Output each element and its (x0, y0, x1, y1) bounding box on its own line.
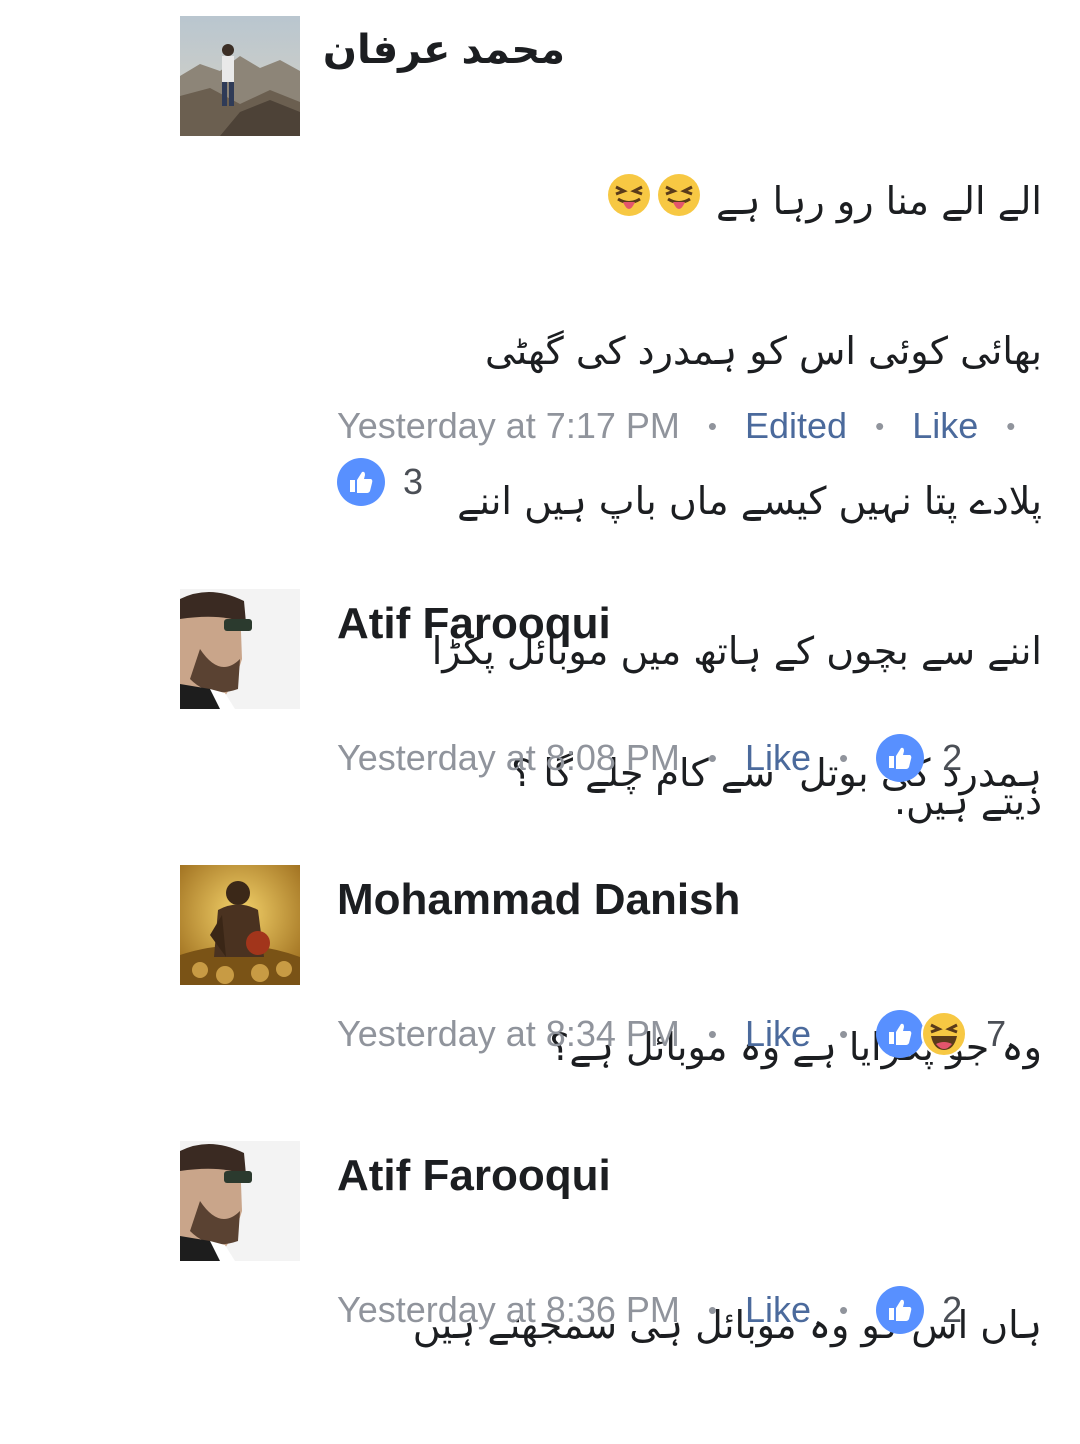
comment-author[interactable]: Mohammad Danish (337, 872, 740, 928)
like-button[interactable]: Like (912, 402, 978, 450)
separator-dot: • (839, 743, 849, 773)
timestamp[interactable]: Yesterday at 8:34 PM (337, 1010, 680, 1058)
avatar[interactable] (180, 1141, 300, 1261)
separator-dot: • (707, 1019, 717, 1049)
comment-author[interactable]: Atif Farooqui (337, 1148, 611, 1204)
edited-link[interactable]: Edited (745, 402, 847, 450)
comment-line: بھائی کوئی اس کو ہمدرد کی گھٹی (485, 329, 1042, 373)
avatar[interactable] (180, 589, 300, 709)
like-reaction-icon[interactable] (876, 1010, 925, 1058)
reactions[interactable]: 3 (337, 458, 423, 506)
like-button[interactable]: Like (745, 1286, 811, 1334)
comment-line-text: الے الے منا رو رہا ہے (715, 179, 1042, 223)
like-reaction-icon[interactable] (876, 1286, 925, 1334)
comment-meta: Yesterday at 7:17 PM • Edited • Like • (337, 402, 1043, 450)
comment-meta: Yesterday at 8:34 PM • Like • 7 (337, 1010, 1006, 1058)
timestamp[interactable]: Yesterday at 8:08 PM (337, 734, 680, 782)
haha-reaction-icon[interactable] (920, 1010, 968, 1058)
comment-author[interactable]: محمد عرفان (323, 22, 565, 78)
comment-line: پلادے پتا نہیں کیسے ماں باپ ہیں اننے (457, 479, 1042, 523)
like-button[interactable]: Like (745, 1010, 811, 1058)
comment-author[interactable]: Atif Farooqui (337, 596, 611, 652)
like-reaction-icon (337, 458, 385, 506)
timestamp[interactable]: Yesterday at 7:17 PM (337, 402, 680, 450)
separator-dot: • (839, 1019, 849, 1049)
comment-meta: Yesterday at 8:36 PM • Like • 2 (337, 1286, 962, 1334)
like-reaction-icon[interactable] (876, 734, 925, 782)
avatar[interactable] (180, 865, 300, 985)
like-button[interactable]: Like (745, 734, 811, 782)
reaction-count[interactable]: 2 (942, 734, 962, 782)
comment-line: الے الے منا رو رہا ہے (432, 170, 1042, 232)
reaction-count[interactable]: 2 (942, 1286, 962, 1334)
separator-dot: • (839, 1295, 849, 1325)
separator-dot: • (875, 411, 885, 441)
squinting-tongue-icon (656, 172, 702, 236)
avatar[interactable] (180, 16, 300, 136)
comment-meta: Yesterday at 8:08 PM • Like • 2 (337, 734, 962, 782)
separator-dot: • (707, 1295, 717, 1325)
reaction-count[interactable]: 7 (986, 1010, 1006, 1058)
timestamp[interactable]: Yesterday at 8:36 PM (337, 1286, 680, 1334)
reaction-count[interactable]: 3 (403, 458, 423, 506)
squinting-tongue-icon (606, 172, 652, 236)
separator-dot: • (707, 411, 717, 441)
separator-dot: • (1006, 411, 1016, 441)
separator-dot: • (707, 743, 717, 773)
